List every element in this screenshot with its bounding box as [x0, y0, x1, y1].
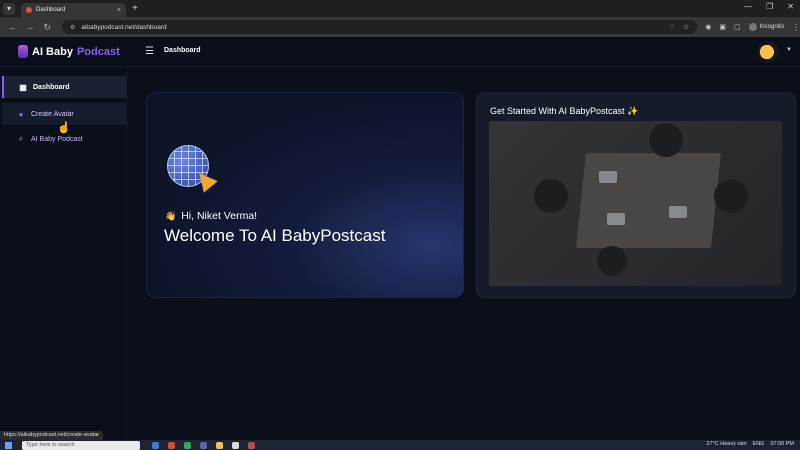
side-panel-icon[interactable]: ▢	[734, 23, 741, 31]
search-placeholder: Type here to search	[26, 442, 75, 448]
waving-hand-icon: 👋	[165, 210, 177, 221]
folder-icon[interactable]	[216, 441, 223, 449]
maximize-icon[interactable]: ❐	[766, 2, 773, 11]
podcast-search-icon: ⌕	[18, 134, 24, 143]
notepad-icon[interactable]	[232, 441, 239, 449]
weather-text[interactable]: 27°C Heavy rain	[706, 441, 746, 447]
welcome-card: 👋 Hi, Niket Verma! Welcome To AI BabyPos…	[146, 92, 464, 298]
status-bar-url: https://aibabypodcast.net/create-avatar	[0, 431, 104, 440]
greeting-text: Hi, Niket Verma!	[181, 210, 258, 222]
browser-menu-icon[interactable]: ⋮	[792, 23, 800, 32]
page-title: Dashboard	[164, 47, 201, 54]
greeting: 👋 Hi, Niket Verma!	[165, 210, 257, 222]
sidebar-item-label: Dashboard	[33, 83, 70, 91]
favicon-icon	[26, 7, 32, 13]
welcome-heading: Welcome To AI BabyPostcast	[164, 226, 386, 245]
bookmark-star-icon[interactable]: ☆	[683, 23, 689, 31]
browser-toolbar: ← → ↻ ⚙ aibabypodcast.net/dashboard ◌ ☆ …	[0, 17, 800, 37]
url-text[interactable]: aibabypodcast.net/dashboard	[81, 24, 669, 31]
logo-icon	[18, 45, 28, 58]
close-window-icon[interactable]: ✕	[787, 2, 794, 11]
windows-start-icon[interactable]	[5, 441, 12, 449]
chrome-icon[interactable]	[184, 441, 191, 449]
incognito-label: Incognito	[759, 24, 784, 30]
incognito-indicator[interactable]: Incognito	[748, 23, 784, 31]
app-icon[interactable]	[168, 441, 175, 449]
tab-title: Dashboard	[36, 7, 66, 13]
logo-text-podcast: Podcast	[76, 45, 120, 58]
user-avatar[interactable]	[757, 42, 779, 62]
hamburger-menu-icon[interactable]: ☰	[145, 46, 154, 57]
get-started-card: Get Started With AI BabyPostcast ✨	[476, 92, 796, 298]
incognito-icon	[748, 23, 757, 31]
forward-icon[interactable]: →	[25, 22, 34, 32]
minimize-icon[interactable]: —	[744, 2, 752, 11]
clock-text[interactable]: 07:00 PM	[770, 441, 794, 447]
mouse-pointer-icon: ☝	[57, 122, 71, 134]
extension2-icon[interactable]: ▣	[719, 23, 726, 31]
browser-tabstrip: ▾ Dashboard × + — ❐ ✕	[0, 0, 800, 17]
sidebar-item-dashboard[interactable]: ▦ Dashboard	[2, 76, 127, 98]
app-window: AI Baby Podcast ☰ Dashboard ▼ ▦ Dashboar…	[0, 37, 800, 440]
chevron-down-icon[interactable]: ▼	[786, 47, 792, 53]
app-header: AI Baby Podcast ☰ Dashboard ▼	[0, 37, 800, 67]
dashboard-icon: ▦	[19, 82, 27, 92]
teams-icon[interactable]	[200, 441, 207, 449]
os-taskbar: Type here to search 27°C Heavy rain ENG …	[0, 440, 800, 450]
user-icon: ●	[18, 109, 24, 119]
eye-off-icon[interactable]: ◌	[670, 23, 674, 31]
extension-icon[interactable]: ◉	[705, 23, 711, 31]
language-text[interactable]: ENG	[753, 441, 765, 447]
new-tab-button[interactable]: +	[132, 3, 138, 14]
app-logo[interactable]: AI Baby Podcast	[18, 45, 120, 58]
tab-search-button[interactable]: ▾	[3, 2, 15, 15]
sidebar-item-label: Create Avatar	[31, 110, 74, 118]
back-icon[interactable]: ←	[8, 22, 17, 32]
address-bar[interactable]: ⚙ aibabypodcast.net/dashboard ◌ ☆	[61, 20, 698, 34]
sidebar-item-label: AI Baby Podcast	[31, 135, 83, 143]
taskbar-search-input[interactable]: Type here to search	[22, 440, 140, 450]
browser-tab[interactable]: Dashboard ×	[21, 3, 126, 17]
team-meeting-image	[489, 121, 782, 286]
tab-close-button[interactable]: ×	[117, 7, 121, 14]
site-info-icon[interactable]: ⚙	[70, 24, 75, 31]
recorder-icon[interactable]	[248, 441, 255, 449]
window-controls: — ❐ ✕	[744, 2, 794, 11]
reload-icon[interactable]: ↻	[43, 22, 52, 33]
logo-text-ai-baby: AI Baby	[32, 45, 73, 58]
get-started-title: Get Started With AI BabyPostcast ✨	[490, 106, 639, 116]
edge-icon[interactable]	[152, 441, 159, 449]
